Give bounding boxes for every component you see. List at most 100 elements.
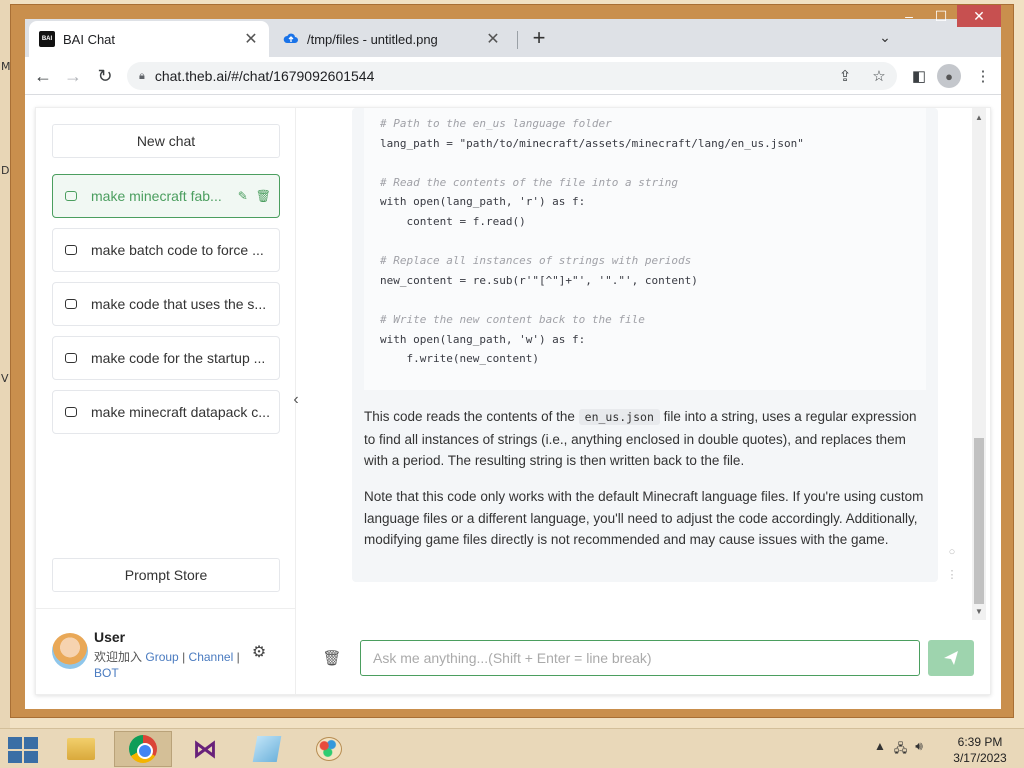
bai-favicon-icon: BAI (39, 31, 55, 47)
code-line: # Read the contents of the file into a s… (380, 175, 679, 189)
system-tray: ▲ 🖧︎ 🔊︎ (874, 739, 923, 760)
address-bar[interactable]: 🔒︎ chat.theb.ai/#/chat/1679092601544 (127, 62, 897, 90)
conversation-label: make minecraft datapack c... (91, 404, 270, 420)
side-panel-icon[interactable]: ◧ (907, 64, 931, 88)
chat-input[interactable] (360, 640, 920, 676)
assistant-message: # Path to the en_us language folder lang… (352, 108, 938, 582)
more-dots-icon[interactable]: ⋮ (946, 568, 958, 581)
delete-trash-icon[interactable]: 🗑︎ (256, 189, 271, 203)
chrome-icon (129, 735, 157, 763)
back-arrow-icon[interactable]: ← (31, 64, 55, 88)
tab-bai-chat[interactable]: BAI BAI Chat ✕ (29, 21, 269, 57)
taskbar-clock[interactable]: 6:39 PM 3/17/2023 (948, 734, 1012, 766)
chat-main: # Path to the en_us language folder lang… (296, 108, 990, 694)
settings-gear-icon[interactable]: ⚙ (249, 642, 269, 662)
link-separator: | (236, 650, 240, 664)
conversation-label: make code for the startup ... (91, 350, 266, 366)
tab-title: BAI Chat (63, 31, 116, 47)
chat-scrollbar[interactable]: ▲ ▼ (972, 108, 986, 620)
tray-expand-icon[interactable]: ▲ (874, 739, 886, 760)
kebab-menu-icon[interactable]: ⋮ (971, 64, 995, 88)
code-line: with open(lang_path, 'r') as f: (380, 195, 586, 209)
conversation-item[interactable]: make code that uses the s... (52, 282, 280, 326)
tab-title: /tmp/files - untitled.png (307, 31, 438, 47)
desktop-icon-label: V (1, 372, 9, 385)
scroll-up-arrow-icon[interactable]: ▲ (972, 110, 986, 124)
inline-code: en_us.json (578, 409, 660, 425)
channel-link[interactable]: Channel (189, 650, 234, 664)
tab-files[interactable]: /tmp/files - untitled.png ✕ (273, 21, 511, 57)
prompt-store-button[interactable]: Prompt Store (52, 558, 280, 592)
scroll-down-arrow-icon[interactable]: ▼ (972, 604, 986, 618)
minimize-icon[interactable]: – (893, 5, 925, 27)
profile-avatar-icon[interactable]: ● (937, 64, 961, 88)
notepad-icon (252, 736, 282, 762)
clock-date: 3/17/2023 (953, 751, 1007, 765)
taskbar-chrome[interactable] (114, 731, 172, 767)
tab-bar: BAI BAI Chat ✕ /tmp/files - untitled.png… (25, 5, 1001, 57)
conversation-item[interactable]: make minecraft datapack c... (52, 390, 280, 434)
close-tab-icon[interactable]: ✕ (483, 29, 503, 49)
link-separator: | (182, 650, 186, 664)
conversation-item[interactable]: make code for the startup ... (52, 336, 280, 380)
volume-icon[interactable]: 🔊︎ (915, 739, 923, 760)
maximize-icon[interactable]: ☐ (925, 5, 957, 27)
taskbar-file-explorer[interactable] (52, 731, 110, 767)
conversation-label: make minecraft fab... (91, 188, 222, 204)
close-window-icon[interactable]: ✕ (957, 5, 1001, 27)
chat-bubble-icon (65, 407, 77, 417)
loading-circle-icon: ○ (948, 546, 956, 558)
conversation-label: make code that uses the s... (91, 296, 267, 312)
send-plane-icon (944, 651, 958, 665)
tab-separator (517, 31, 518, 49)
code-line: # Path to the en_us language folder (380, 117, 612, 130)
start-windows-icon[interactable] (8, 737, 38, 763)
share-icon[interactable]: ⇪ (833, 64, 857, 88)
desktop-background: M D V (0, 0, 11, 728)
browser-window: BAI BAI Chat ✕ /tmp/files - untitled.png… (10, 4, 1014, 718)
code-line: content = f.read() (380, 214, 526, 228)
url-text: chat.theb.ai/#/chat/1679092601544 (154, 68, 375, 84)
bookmark-star-icon[interactable]: ☆ (867, 64, 891, 88)
edit-pencil-icon[interactable]: ✎ (238, 189, 248, 203)
scroll-thumb[interactable] (974, 438, 984, 604)
code-line: # Write the new content back to the file (380, 312, 645, 326)
user-avatar[interactable] (52, 633, 88, 669)
taskbar-notepad[interactable] (238, 731, 296, 767)
new-chat-button[interactable]: New chat (52, 124, 280, 158)
chat-bubble-icon (65, 353, 77, 363)
bai-chat-app: New chat make minecraft fab... ✎ 🗑︎ make… (25, 95, 1001, 709)
user-description: 欢迎加入 Group | Channel | BOT (94, 649, 244, 681)
taskbar-paint[interactable] (300, 731, 358, 767)
reload-icon[interactable]: ↻ (93, 64, 117, 88)
tab-search-chevron-icon[interactable]: ⌄ (875, 29, 895, 49)
send-button[interactable] (928, 640, 974, 676)
clear-chat-trash-icon[interactable]: 🗑︎ (322, 648, 342, 668)
code-line: new_content = re.sub(r'"[^"]+"', '"."', … (380, 273, 698, 287)
group-link[interactable]: Group (145, 650, 178, 664)
visual-studio-icon: ⋈ (193, 735, 217, 763)
user-panel: User 欢迎加入 Group | Channel | BOT ⚙ (36, 608, 296, 694)
new-tab-plus-icon[interactable]: + (527, 27, 551, 51)
taskbar-visual-studio[interactable]: ⋈ (176, 731, 234, 767)
welcome-text: 欢迎加入 (94, 650, 143, 664)
network-icon[interactable]: 🖧︎ (894, 739, 907, 760)
code-line: f.write(new_content) (380, 352, 539, 366)
bot-link[interactable]: BOT (94, 666, 119, 680)
desktop-icon-label: D (1, 164, 10, 177)
taskbar: ⋈ ▲ 🖧︎ 🔊︎ 6:39 PM 3/17/2023 (0, 728, 1024, 768)
browser-toolbar: ← → ↻ 🔒︎ chat.theb.ai/#/chat/16790926015… (25, 57, 1001, 95)
conversation-item[interactable]: make minecraft fab... ✎ 🗑︎ (52, 174, 280, 218)
browser-content-frame: BAI BAI Chat ✕ /tmp/files - untitled.png… (25, 5, 1001, 709)
close-tab-icon[interactable]: ✕ (241, 29, 261, 49)
chat-bubble-icon (65, 191, 77, 201)
app-container: New chat make minecraft fab... ✎ 🗑︎ make… (35, 107, 991, 695)
input-row: 🗑︎ (296, 628, 990, 688)
sidebar: New chat make minecraft fab... ✎ 🗑︎ make… (36, 108, 296, 694)
chat-bubble-icon (65, 245, 77, 255)
window-controls: – ☐ ✕ (893, 5, 1001, 33)
forward-arrow-icon[interactable]: → (61, 64, 85, 88)
paragraph-text: This code reads the contents of the (364, 409, 579, 424)
lock-icon: 🔒︎ (139, 69, 145, 82)
conversation-item[interactable]: make batch code to force ... (52, 228, 280, 272)
